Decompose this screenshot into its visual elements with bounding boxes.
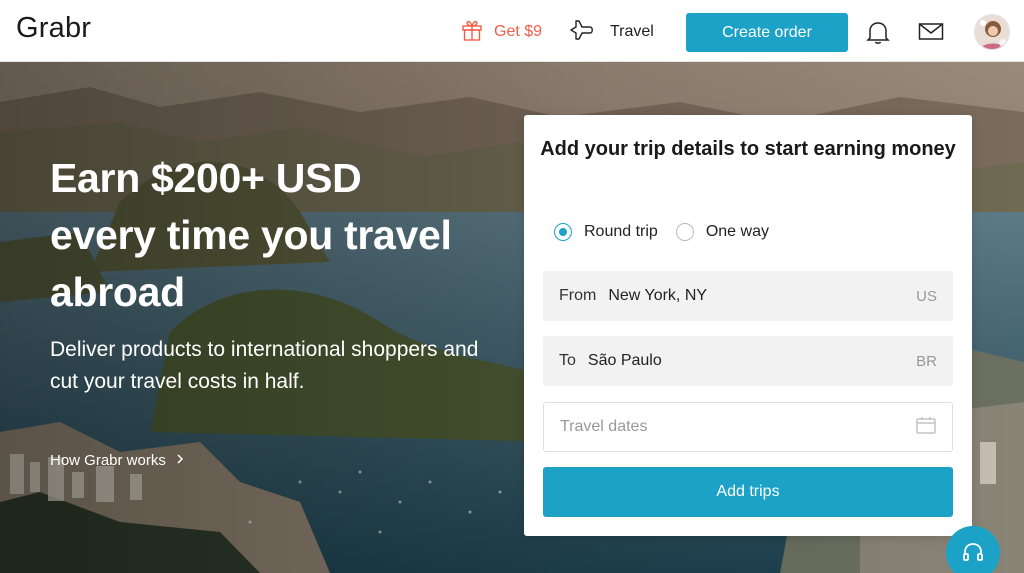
trip-form-card: Add your trip details to start earning m… [524, 115, 972, 536]
one-way-label: One way [705, 223, 769, 240]
support-chat-button[interactable] [946, 526, 1000, 573]
from-country-code: US [916, 287, 937, 305]
travel-label: Travel [610, 23, 654, 40]
travel-link[interactable]: Travel [568, 18, 654, 46]
to-value: São Paulo [587, 352, 662, 369]
chevron-right-icon [176, 452, 184, 469]
get-9-label: Get $9 [494, 23, 543, 40]
hero-subline: Deliver products to international shoppe… [50, 338, 479, 393]
how-grabr-works-link[interactable]: How Grabr works [50, 452, 184, 469]
user-avatar[interactable] [974, 14, 1010, 50]
from-field[interactable]: From New York, NY US [543, 271, 953, 321]
round-trip-label: Round trip [584, 223, 658, 240]
radio-selected-indicator [554, 223, 572, 241]
travel-dates-placeholder: Travel dates [560, 418, 648, 435]
add-trips-button[interactable]: Add trips [543, 467, 953, 517]
bell-icon[interactable] [866, 19, 890, 45]
gift-icon [460, 18, 484, 47]
top-nav: Grabr Get $9 Travel Create order [0, 0, 1024, 62]
to-field[interactable]: To São Paulo BR [543, 336, 953, 386]
travel-dates-field[interactable]: Travel dates [543, 402, 953, 452]
grabr-logo[interactable]: Grabr [16, 12, 91, 45]
how-grabr-works-label: How Grabr works [50, 452, 166, 469]
from-value: New York, NY [608, 287, 708, 304]
round-trip-radio[interactable]: Round trip [554, 223, 658, 241]
trip-form-title: Add your trip details to start earning m… [540, 138, 956, 160]
plane-icon [568, 16, 596, 49]
one-way-radio[interactable]: One way [675, 223, 769, 241]
get-9-promo-link[interactable]: Get $9 [460, 20, 542, 44]
to-label: To [559, 352, 576, 369]
mail-icon[interactable] [918, 22, 944, 42]
create-order-button[interactable]: Create order [686, 13, 848, 52]
from-label: From [559, 287, 597, 304]
radio-unselected-indicator [675, 223, 694, 241]
hero-headline: Earn $200+ USD every time you travel abr… [50, 155, 452, 315]
to-country-code: BR [916, 352, 937, 370]
trip-type-selector: Round trip One way [554, 223, 787, 241]
calendar-icon[interactable] [916, 416, 936, 439]
